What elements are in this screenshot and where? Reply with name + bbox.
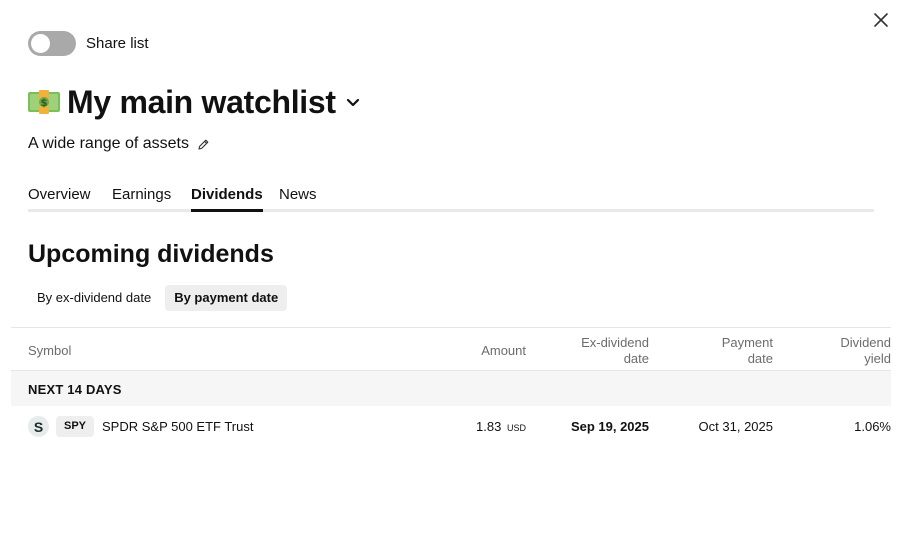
watchlist-description-row: A wide range of assets	[28, 133, 210, 155]
column-header-payment-line2: date	[747, 351, 773, 366]
close-icon	[874, 13, 888, 27]
dividend-yield: 1.06%	[854, 419, 891, 434]
column-header-symbol[interactable]: Symbol	[28, 343, 71, 359]
dividend-amount: 1.83 USD	[476, 419, 526, 434]
table-header: Symbol Amount Ex-dividend date Payment dat…	[11, 327, 891, 371]
chevron-down-icon[interactable]	[345, 94, 361, 110]
dollar-banknote-icon: $	[27, 88, 61, 116]
filter-by-payment-date[interactable]: By payment date	[165, 285, 288, 311]
group-label: NEXT 14 DAYS	[28, 382, 122, 397]
toggle-knob	[31, 34, 50, 53]
share-label: Share list	[86, 35, 149, 52]
filter-by-ex-dividend-date[interactable]: By ex-dividend date	[28, 285, 160, 311]
column-header-ex-dividend-date[interactable]: Ex-dividend date	[549, 335, 649, 367]
dividend-filter: By ex-dividend date By payment date	[28, 285, 288, 311]
watchlist-title[interactable]: My main watchlist	[67, 84, 336, 121]
asset-name: SPDR S&P 500 ETF Trust	[102, 419, 254, 434]
column-header-payment-line1: Payment	[721, 335, 773, 350]
watchlist-header: $ My main watchlist	[27, 82, 361, 122]
dividends-table: Symbol Amount Ex-dividend date Payment dat…	[11, 327, 891, 448]
table-row[interactable]: S SPY SPDR S&P 500 ETF Trust 1.83 USD Se…	[11, 406, 891, 448]
tab-dividends[interactable]: Dividends	[191, 186, 263, 212]
column-header-ex-dividend-line1: Ex-dividend	[581, 335, 649, 350]
group-header: NEXT 14 DAYS	[11, 371, 891, 406]
tab-earnings[interactable]: Earnings	[112, 186, 171, 212]
ticker-badge: SPY	[56, 416, 95, 437]
amount-currency: USD	[506, 423, 526, 433]
pencil-icon[interactable]	[197, 138, 210, 151]
close-button[interactable]	[870, 9, 892, 31]
ex-dividend-date: Sep 19, 2025	[570, 419, 649, 434]
tab-overview[interactable]: Overview	[28, 186, 91, 212]
column-header-ex-dividend-line2: date	[623, 351, 649, 366]
asset-logo: S	[28, 416, 49, 437]
tab-bar: Overview Earnings Dividends News	[28, 184, 874, 212]
column-header-amount[interactable]: Amount	[481, 343, 526, 359]
section-title: Upcoming dividends	[28, 240, 274, 268]
tab-news[interactable]: News	[279, 186, 317, 212]
amount-value: 1.83	[476, 419, 502, 434]
watchlist-description: A wide range of assets	[28, 135, 189, 152]
share-toggle[interactable]	[28, 31, 76, 56]
svg-text:$: $	[41, 98, 48, 109]
column-header-yield-line1: Dividend	[840, 335, 891, 350]
share-row: Share list	[28, 31, 149, 56]
column-header-payment-date[interactable]: Payment date	[673, 335, 773, 367]
payment-date: Oct 31, 2025	[698, 419, 773, 434]
column-header-dividend-yield[interactable]: Dividend yield	[791, 335, 891, 367]
column-header-yield-line2: yield	[864, 351, 891, 366]
